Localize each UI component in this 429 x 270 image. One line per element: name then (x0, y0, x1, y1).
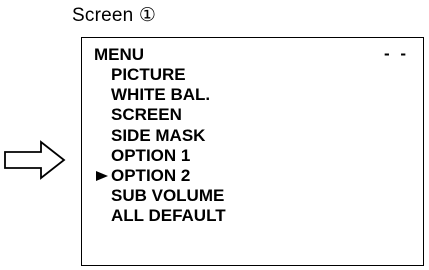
menu-item-option-2[interactable]: OPTION 2 (94, 166, 226, 186)
menu-item-white-bal[interactable]: WHITE BAL. (94, 85, 226, 105)
menu-title: MENU (94, 45, 145, 64)
menu-item-label: SCREEN (111, 105, 182, 125)
menu-status-indicator: - - (383, 44, 409, 63)
menu-item-picture[interactable]: PICTURE (94, 65, 226, 85)
menu-item-screen[interactable]: SCREEN (94, 105, 226, 125)
menu-item-side-mask[interactable]: SIDE MASK (94, 126, 226, 146)
menu-item-label: SIDE MASK (111, 125, 206, 145)
menu-item-sub-volume[interactable]: SUB VOLUME (94, 186, 226, 206)
menu-item-label: ALL DEFAULT (111, 206, 226, 226)
menu-item-label: WHITE BAL. (111, 85, 211, 105)
menu-item-option-1[interactable]: OPTION 1 (94, 146, 226, 166)
menu-screen: MENU - - PICTURE WHITE BAL. SCREEN SIDE … (81, 37, 424, 266)
menu-item-label: OPTION 2 (111, 166, 191, 186)
right-arrow-outline-icon (4, 140, 66, 180)
menu-list: PICTURE WHITE BAL. SCREEN SIDE MASK OPTI… (94, 65, 226, 227)
menu-item-label: SUB VOLUME (111, 186, 225, 206)
menu-item-all-default[interactable]: ALL DEFAULT (94, 206, 226, 226)
screen-label: Screen ① (72, 5, 157, 26)
selection-cursor-icon (96, 171, 108, 182)
menu-item-label: OPTION 1 (111, 145, 191, 165)
menu-item-label: PICTURE (111, 65, 186, 84)
